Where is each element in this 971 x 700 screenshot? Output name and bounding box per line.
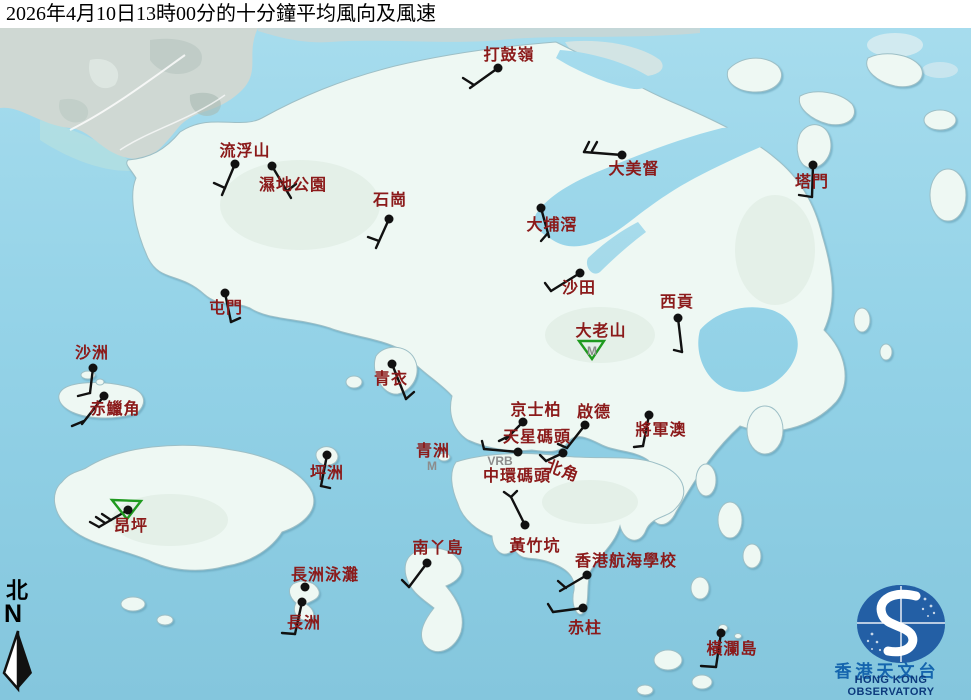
station-marker-wong-chuk-hang <box>521 521 530 530</box>
station-marker-cheung-chau-beach <box>301 583 310 592</box>
island-kau-sai <box>747 406 783 454</box>
island-east <box>854 308 870 332</box>
station-marker-north-point <box>559 449 568 458</box>
island-tung-lung <box>691 577 709 599</box>
station-marker-tsing-yi <box>388 360 397 369</box>
station-marker-shek-kong <box>385 215 394 224</box>
station-marker-tai-mei-tuk <box>618 151 627 160</box>
station-marker-cheung-chau <box>298 598 307 607</box>
station-marker-kai-tak <box>581 421 590 430</box>
hko-logo-english: HONG KONG OBSERVATORY <box>811 674 971 698</box>
compass-north-chinese: 北 <box>6 580 42 602</box>
wind-barb-cheung-chau-beach <box>301 583 310 592</box>
island-soko <box>121 597 145 611</box>
island-east <box>930 169 966 221</box>
island-northeast <box>924 110 956 130</box>
islet <box>735 634 742 639</box>
wind-barb-line <box>812 165 813 197</box>
station-marker-waglan-island <box>717 629 726 638</box>
compass: 北 N <box>2 580 42 700</box>
compass-north-letter: N <box>4 602 42 627</box>
map-title: 2026年4月10日13時00分的十分鐘平均風向及風速 <box>6 3 436 25</box>
station-marker-sai-kung <box>674 314 683 323</box>
island <box>743 544 761 568</box>
station-marker-tseung-kwan-o <box>645 411 654 420</box>
station-marker-peng-chau <box>323 451 332 460</box>
station-marker-lamma-island <box>423 559 432 568</box>
station-marker-ngong-ping <box>124 506 133 515</box>
station-marker-wetland-park <box>268 162 277 171</box>
shallow-water <box>922 62 958 78</box>
weather-map-screenshot: 2026年4月10日13時00分的十分鐘平均風向及風速 打鼓嶺流浮山濕地公園石崗… <box>0 0 971 700</box>
island-soko <box>157 615 173 625</box>
station-marker-tai-po-kau <box>537 204 546 213</box>
shallow-water <box>867 33 923 57</box>
island-ma-wan <box>346 376 362 388</box>
island <box>718 502 742 538</box>
station-marker-tap-mun <box>809 161 818 170</box>
title-bar: 2026年4月10日13時00分的十分鐘平均風向及風速 <box>0 0 971 28</box>
wind-barb-line <box>701 666 716 667</box>
island-northeast <box>727 58 781 92</box>
station-marker-stanley <box>579 604 588 613</box>
station-marker-kings-park <box>519 418 528 427</box>
islet <box>96 379 104 385</box>
island <box>692 675 712 689</box>
wind-barb-line <box>282 633 295 634</box>
island-east <box>880 344 892 360</box>
station-marker-tuen-mun <box>221 289 230 298</box>
station-marker-chek-lap-kok <box>100 392 109 401</box>
station-marker-star-ferry-pier <box>514 448 523 457</box>
station-marker-hk-sea-school <box>583 571 592 580</box>
island <box>696 464 716 496</box>
hko-logo: 香港天文台 HONG KONG OBSERVATORY <box>811 580 971 700</box>
island <box>637 685 653 695</box>
compass-arrow-icon <box>2 627 42 699</box>
islet-green-island <box>438 453 450 461</box>
island-po-toi <box>654 650 682 670</box>
wind-barb-line <box>634 446 643 447</box>
station-marker-sha-tin <box>576 269 585 278</box>
station-marker-sha-chau <box>89 364 98 373</box>
station-marker-lau-fau-shan <box>231 160 240 169</box>
station-marker-ta-kwu-ling <box>494 64 503 73</box>
